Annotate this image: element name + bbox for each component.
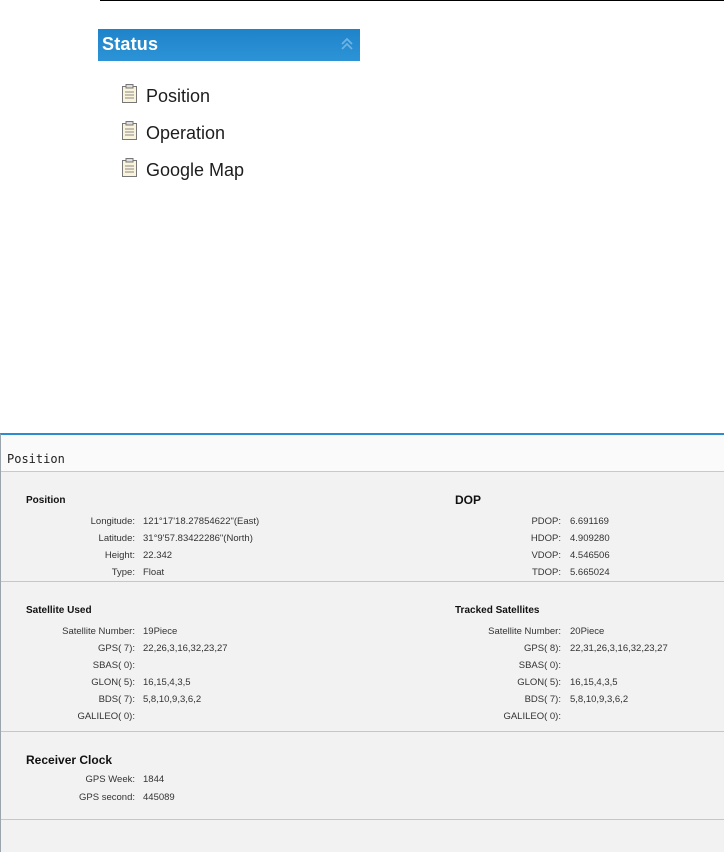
height-value: 22.342 (143, 550, 173, 561)
used-glon-value: 16,15,4,3,5 (143, 677, 191, 688)
pdop-value: 6.691169 (570, 516, 609, 527)
tdop-label: TDOP: (531, 567, 561, 578)
gps-second-value: 445089 (143, 792, 175, 803)
tracked-bds-value: 5,8,10,9,3,6,2 (570, 694, 629, 705)
vdop-value: 4.546506 (570, 550, 610, 561)
used-bds-label: BDS( 7): (98, 694, 135, 705)
latitude-value: 31°9'57.83422286"(North) (143, 533, 253, 544)
type-label: Type: (111, 567, 135, 578)
tracked-galileo-label: GALILEO( 0): (503, 711, 561, 722)
hdop-value: 4.909280 (570, 533, 610, 544)
tracked-gps-value: 22,31,26,3,16,32,23,27 (570, 643, 668, 654)
menu-item-label: Position (146, 86, 211, 106)
type-value: Float (143, 567, 165, 578)
panel-header: Position (1, 435, 724, 472)
section-divider (1, 731, 724, 732)
tracked-bds-label: BDS( 7): (524, 694, 561, 705)
tracked-gps-label: GPS( 8): (524, 643, 561, 654)
chevron-up-icon[interactable] (340, 37, 354, 51)
dop-section-title: DOP (455, 493, 482, 507)
used-bds-value: 5,8,10,9,3,6,2 (143, 694, 202, 705)
panel-title: Position (7, 452, 65, 466)
used-galileo-label: GALILEO( 0): (77, 711, 135, 722)
tracked-satellite-number-value: 20Piece (570, 626, 605, 637)
latitude-label: Latitude: (98, 533, 135, 544)
used-satellite-number-value: 19Piece (143, 626, 178, 637)
status-menu-header[interactable]: Status (98, 29, 360, 61)
menu-item-label: Operation (146, 123, 226, 143)
gps-week-value: 1844 (143, 774, 165, 785)
used-glon-label: GLON( 5): (91, 677, 135, 688)
tracked-satellites-title: Tracked Satellites (455, 605, 540, 616)
position-panel: Position Position Longitude: 121°17'18.2… (0, 433, 724, 852)
used-gps-value: 22,26,3,16,32,23,27 (143, 643, 228, 654)
longitude-label: Longitude: (90, 516, 135, 527)
top-rule (100, 0, 724, 1)
document-icon (122, 121, 137, 140)
vdop-label: VDOP: (531, 550, 561, 561)
tracked-glon-label: GLON( 5): (517, 677, 561, 688)
height-label: Height: (104, 550, 135, 561)
used-gps-label: GPS( 7): (98, 643, 135, 654)
menu-item-label: Google Map (146, 160, 245, 180)
document-icon (122, 84, 137, 103)
section-divider (1, 581, 724, 582)
satellite-used-title: Satellite Used (26, 605, 92, 616)
gps-week-label: GPS Week: (85, 774, 135, 785)
hdop-label: HDOP: (530, 533, 561, 544)
tdop-value: 5.665024 (570, 567, 610, 578)
section-divider (1, 819, 724, 820)
longitude-value: 121°17'18.27854622"(East) (143, 516, 260, 527)
used-sbas-label: SBAS( 0): (92, 660, 135, 671)
pdop-label: PDOP: (531, 516, 561, 527)
used-satellite-number-label: Satellite Number: (62, 626, 135, 637)
position-section-title: Position (26, 495, 66, 506)
document-icon (122, 158, 137, 177)
tracked-satellite-number-label: Satellite Number: (488, 626, 561, 637)
receiver-clock-title: Receiver Clock (26, 753, 113, 767)
tracked-sbas-label: SBAS( 0): (518, 660, 561, 671)
tracked-glon-value: 16,15,4,3,5 (570, 677, 618, 688)
gps-second-label: GPS second: (79, 792, 135, 803)
status-menu-title: Status (102, 34, 159, 54)
